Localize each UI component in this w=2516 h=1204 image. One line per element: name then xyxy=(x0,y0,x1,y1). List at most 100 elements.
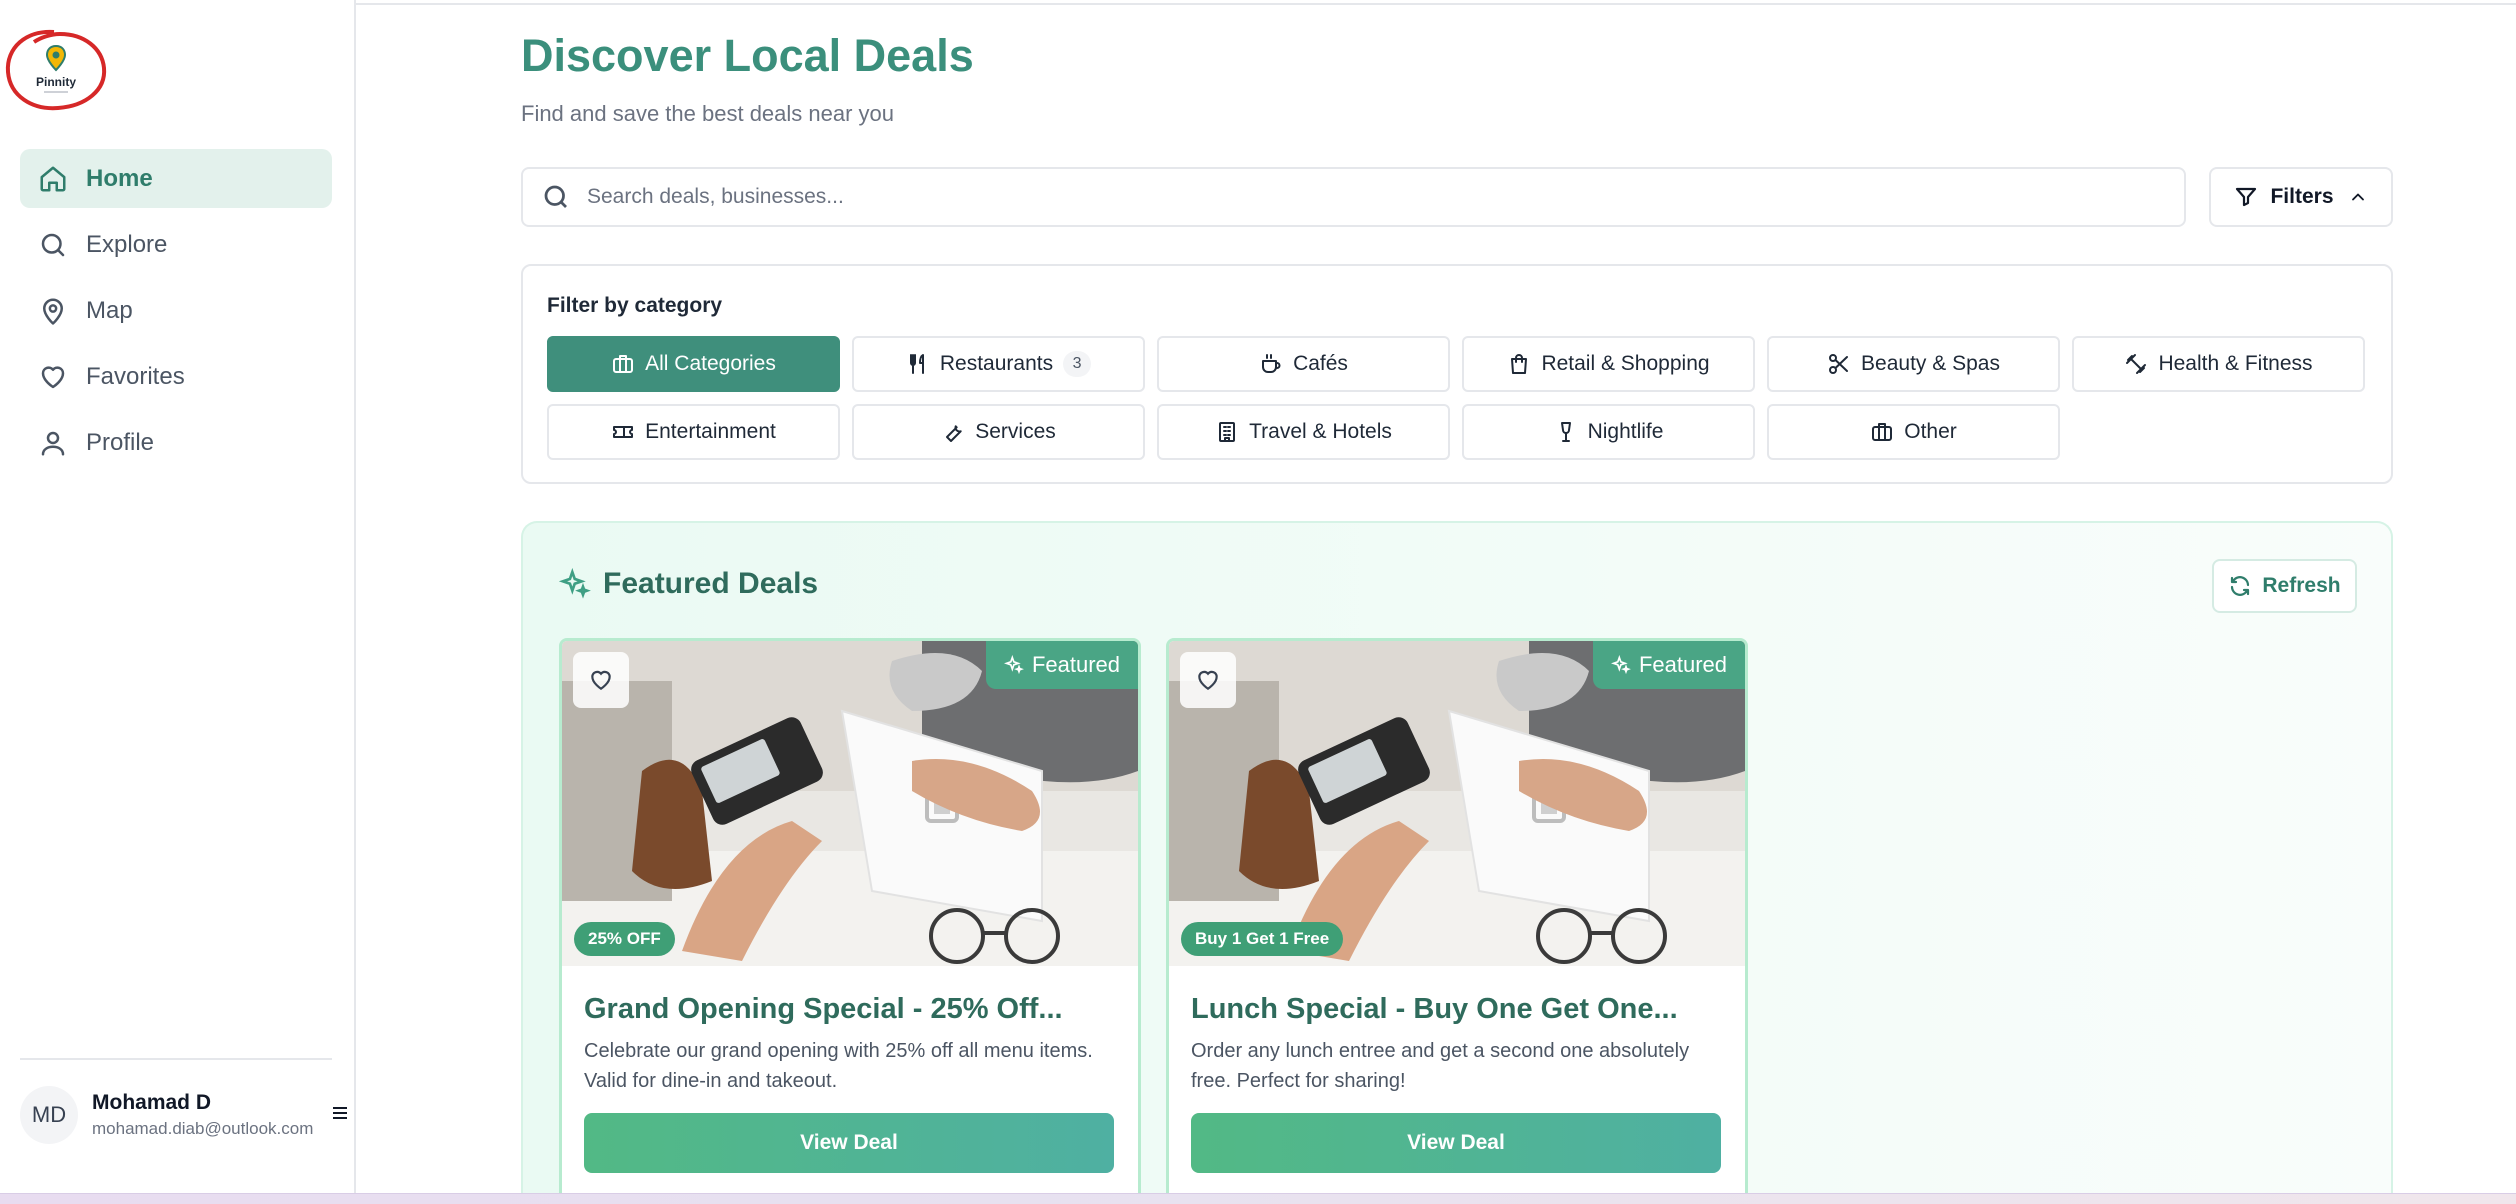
category-label: Cafés xyxy=(1293,352,1348,375)
deal-card[interactable]: Featured Buy 1 Get 1 Free Lunch Special … xyxy=(1166,638,1748,1204)
search-input[interactable] xyxy=(587,185,2087,209)
favorite-button[interactable] xyxy=(1180,652,1236,708)
heart-icon xyxy=(1198,670,1218,690)
category-label: Health & Fitness xyxy=(2158,352,2313,375)
category-filter-label: Filter by category xyxy=(547,294,723,317)
sidebar-item-home[interactable]: Home xyxy=(20,149,332,208)
deal-title: Grand Opening Special - 25% Off... xyxy=(584,993,1063,1025)
sidebar-item-label: Explore xyxy=(86,230,168,258)
category-filter-panel: Filter by category All Categories Restau… xyxy=(521,264,2393,484)
featured-deals-heading: Featured Deals xyxy=(559,567,818,601)
chevron-up-icon xyxy=(2351,193,2364,201)
category-label: Entertainment xyxy=(645,420,776,443)
top-border xyxy=(0,0,2516,5)
search-icon xyxy=(41,233,65,256)
category-label: Nightlife xyxy=(1587,420,1664,443)
user-icon xyxy=(41,431,65,455)
discount-badge: Buy 1 Get 1 Free xyxy=(1181,922,1344,956)
category-cafes[interactable]: Cafés xyxy=(1157,336,1450,392)
ticket-icon xyxy=(613,426,634,438)
favorite-button[interactable] xyxy=(573,652,629,708)
deal-description: Celebrate our grand opening with 25% off… xyxy=(584,1040,1093,1092)
dumbbell-icon xyxy=(2126,354,2147,374)
avatar: MD xyxy=(20,1086,78,1144)
refresh-icon xyxy=(2231,576,2250,596)
user-email: mohamad.diab@outlook.com xyxy=(92,1119,314,1138)
pinnity-logo[interactable]: Pinnity xyxy=(0,26,112,116)
featured-badge-label: Featured xyxy=(1638,652,1727,677)
scissors-icon xyxy=(1829,354,1849,374)
main-nav: Home Explore Map Favorites Profile xyxy=(20,149,332,479)
view-deal-button[interactable]: View Deal xyxy=(584,1113,1114,1173)
deal-image: Featured Buy 1 Get 1 Free xyxy=(1169,641,1745,966)
category-health[interactable]: Health & Fitness xyxy=(2072,336,2365,392)
category-label: Travel & Hotels xyxy=(1249,420,1392,443)
building-icon xyxy=(1219,422,1236,442)
search-icon xyxy=(544,185,567,208)
filter-icon xyxy=(2236,187,2257,207)
shopping-bag-icon xyxy=(1511,354,1528,374)
category-label: Services xyxy=(975,420,1056,443)
menu-icon[interactable] xyxy=(330,1103,350,1123)
category-entertainment[interactable]: Entertainment xyxy=(547,404,840,460)
featured-badge: Featured xyxy=(985,641,1138,689)
category-label: Retail & Shopping xyxy=(1541,352,1710,375)
category-retail[interactable]: Retail & Shopping xyxy=(1462,336,1755,392)
filters-label: Filters xyxy=(2270,185,2334,208)
sidebar-item-label: Favorites xyxy=(86,362,185,390)
category-all[interactable]: All Categories xyxy=(547,336,840,392)
heart-icon xyxy=(41,365,65,388)
sidebar-divider xyxy=(20,1058,332,1060)
sparkles-icon xyxy=(1610,655,1631,675)
filters-button[interactable]: Filters xyxy=(2209,167,2393,227)
category-other[interactable]: Other xyxy=(1767,404,2060,460)
featured-badge-label: Featured xyxy=(1031,652,1120,677)
category-label: All Categories xyxy=(645,352,776,375)
sidebar-item-label: Map xyxy=(86,296,133,324)
user-name: Mohamad D xyxy=(92,1091,212,1114)
category-services[interactable]: Services xyxy=(852,404,1145,460)
sparkles-icon xyxy=(559,568,591,599)
briefcase-icon xyxy=(1872,423,1893,441)
featured-badge: Featured xyxy=(1592,641,1745,689)
category-travel[interactable]: Travel & Hotels xyxy=(1157,404,1450,460)
deal-title: Lunch Special - Buy One Get One... xyxy=(1191,993,1678,1025)
category-beauty[interactable]: Beauty & Spas xyxy=(1767,336,2060,392)
utensils-icon xyxy=(909,354,924,374)
sidebar: Pinnity Home Explore Map Favorites Profi… xyxy=(0,0,356,1193)
taskbar-edge xyxy=(0,1193,2516,1204)
category-restaurants[interactable]: Restaurants 3 xyxy=(852,336,1145,392)
category-count-badge: 3 xyxy=(1063,351,1092,377)
sidebar-item-explore[interactable]: Explore xyxy=(20,215,332,274)
sidebar-item-label: Profile xyxy=(86,428,155,456)
sidebar-item-map[interactable]: Map xyxy=(20,281,332,340)
page-title: Discover Local Deals xyxy=(521,30,974,81)
wine-icon xyxy=(1560,422,1571,442)
refresh-label: Refresh xyxy=(2262,574,2341,597)
coffee-icon xyxy=(1262,354,1281,373)
page-subtitle: Find and save the best deals near you xyxy=(521,101,895,126)
deal-image: Featured 25% OFF xyxy=(562,641,1138,966)
sidebar-item-favorites[interactable]: Favorites xyxy=(20,347,332,406)
category-nightlife[interactable]: Nightlife xyxy=(1462,404,1755,460)
map-pin-icon xyxy=(43,298,63,325)
sidebar-item-profile[interactable]: Profile xyxy=(20,413,332,472)
discount-badge: 25% OFF xyxy=(574,922,675,956)
view-deal-button[interactable]: View Deal xyxy=(1191,1113,1721,1173)
search-bar xyxy=(521,167,2186,227)
sparkles-icon xyxy=(1003,655,1024,675)
wrench-icon xyxy=(946,425,962,442)
sidebar-item-label: Home xyxy=(86,164,153,192)
home-icon xyxy=(40,166,66,191)
deal-card[interactable]: Featured 25% OFF Grand Opening Special -… xyxy=(559,638,1141,1204)
svg-text:Pinnity: Pinnity xyxy=(36,75,76,89)
category-label: Other xyxy=(1904,420,1957,443)
deal-description: Order any lunch entree and get a second … xyxy=(1191,1040,1690,1092)
refresh-button[interactable]: Refresh xyxy=(2212,559,2357,613)
category-label: Beauty & Spas xyxy=(1861,352,2000,375)
category-label: Restaurants xyxy=(939,352,1054,375)
briefcase-icon xyxy=(613,355,634,373)
featured-deals-section: Featured Deals Refresh Featured 25% OFF … xyxy=(521,521,2393,1204)
featured-deals-title: Featured Deals xyxy=(603,567,819,600)
user-account[interactable]: MD Mohamad D mohamad.diab@outlook.com xyxy=(20,1085,356,1145)
